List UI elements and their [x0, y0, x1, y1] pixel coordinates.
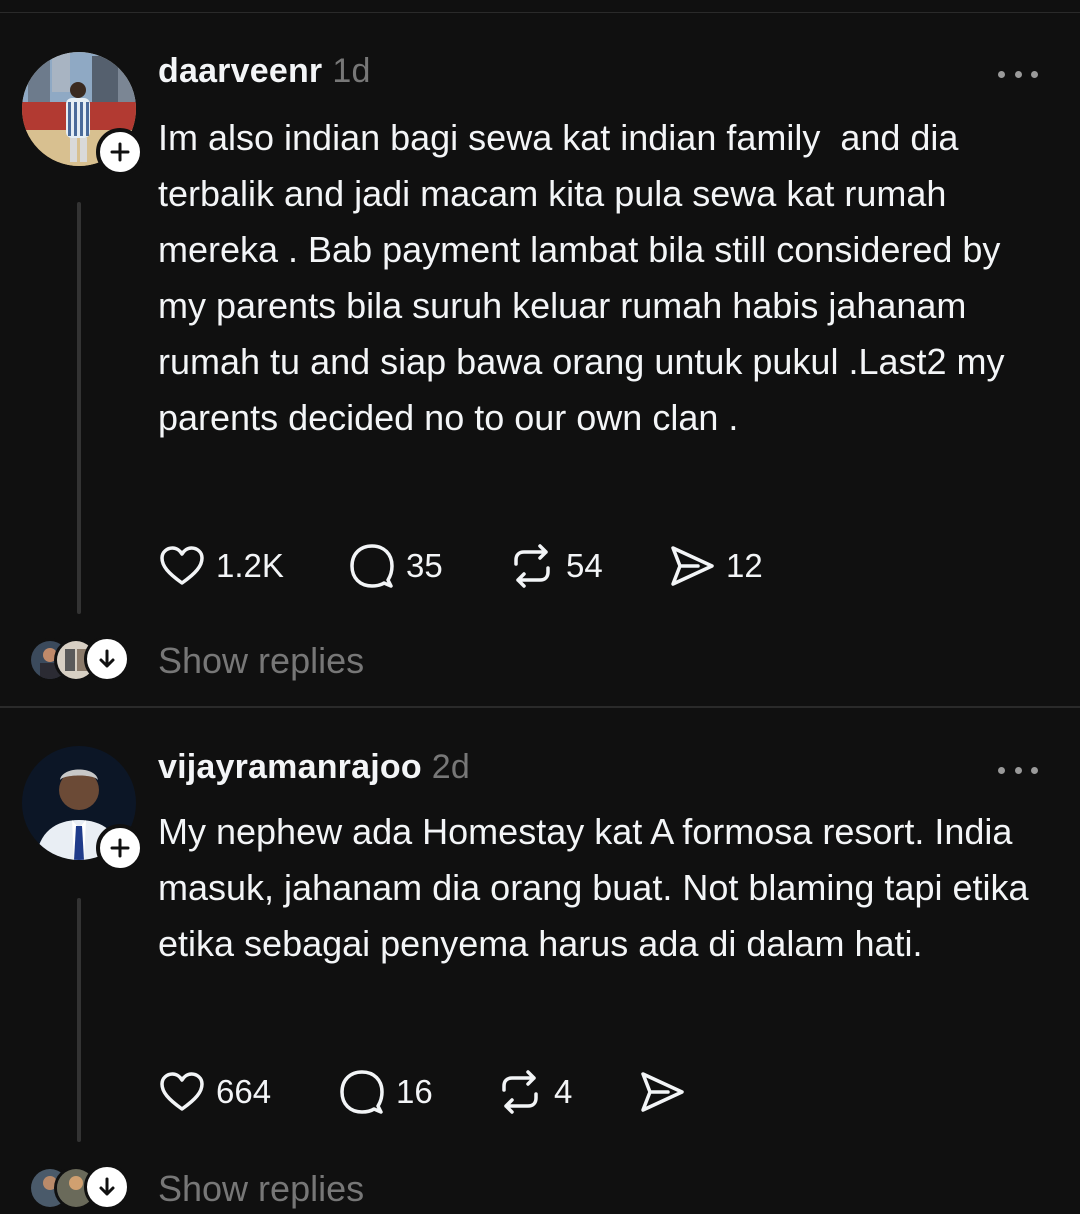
show-replies-row[interactable]: Show replies	[0, 636, 1080, 686]
show-replies-row[interactable]: Show replies	[0, 1164, 1080, 1214]
post-daarveenr: daarveenr 1d Im also indian bagi sewa kat…	[0, 0, 1080, 706]
follow-button[interactable]	[96, 128, 144, 176]
post-text: My nephew ada Homestay kat A formosa res…	[158, 811, 1039, 964]
more-dots-icon[interactable]	[998, 764, 1038, 776]
like-button[interactable]: 664	[158, 1068, 338, 1116]
thread-line	[77, 202, 81, 614]
share-count: 12	[726, 547, 763, 584]
thread-line	[77, 898, 81, 1142]
reply-avatars	[28, 1164, 130, 1210]
share-button[interactable]	[638, 1068, 718, 1116]
post-vijayramanrajoo: vijayramanrajoo 2d My nephew ada Homestay…	[0, 708, 1080, 1210]
action-bar: 664 16 4	[158, 1068, 718, 1116]
post-header: vijayramanrajoo 2d	[158, 748, 470, 787]
repost-count: 54	[566, 547, 603, 584]
send-icon	[641, 1072, 684, 1112]
username[interactable]: vijayramanrajoo	[158, 748, 422, 786]
comment-button[interactable]: 16	[338, 1068, 496, 1116]
post-time: 1d	[332, 52, 371, 90]
heart-icon	[160, 546, 204, 585]
action-bar: 1.2K 35 54 12	[158, 542, 788, 590]
username[interactable]: daarveenr	[158, 52, 322, 90]
arrow-down-icon	[99, 1177, 115, 1196]
arrow-down-icon	[99, 649, 115, 668]
show-replies-link[interactable]: Show replies	[158, 640, 364, 682]
comment-count: 16	[396, 1073, 433, 1110]
more-dots-icon[interactable]	[998, 68, 1038, 80]
comment-button[interactable]: 35	[348, 542, 508, 590]
show-replies-link[interactable]: Show replies	[158, 1168, 364, 1210]
expand-replies-button[interactable]	[84, 1164, 130, 1210]
post-time: 2d	[431, 748, 471, 786]
plus-icon	[110, 142, 130, 162]
comment-count: 35	[406, 547, 443, 584]
send-icon	[671, 546, 714, 586]
plus-icon	[110, 838, 130, 858]
share-button[interactable]: 12	[668, 542, 788, 590]
follow-button[interactable]	[96, 824, 144, 872]
comment-bubble-icon	[350, 544, 394, 588]
repost-icon	[502, 1070, 538, 1114]
reply-avatars	[28, 636, 130, 682]
like-button[interactable]: 1.2K	[158, 542, 348, 590]
repost-button[interactable]: 54	[508, 542, 668, 590]
expand-replies-button[interactable]	[84, 636, 130, 682]
post-header: daarveenr 1d	[158, 52, 371, 91]
comment-bubble-icon	[340, 1070, 384, 1114]
like-count: 1.2K	[216, 547, 284, 584]
like-count: 664	[216, 1073, 272, 1110]
repost-button[interactable]: 4	[496, 1068, 638, 1116]
repost-icon	[514, 544, 550, 588]
repost-count: 4	[554, 1073, 573, 1110]
heart-icon	[160, 1072, 204, 1111]
post-text: Im also indian bagi sewa kat indian fami…	[158, 117, 1015, 438]
